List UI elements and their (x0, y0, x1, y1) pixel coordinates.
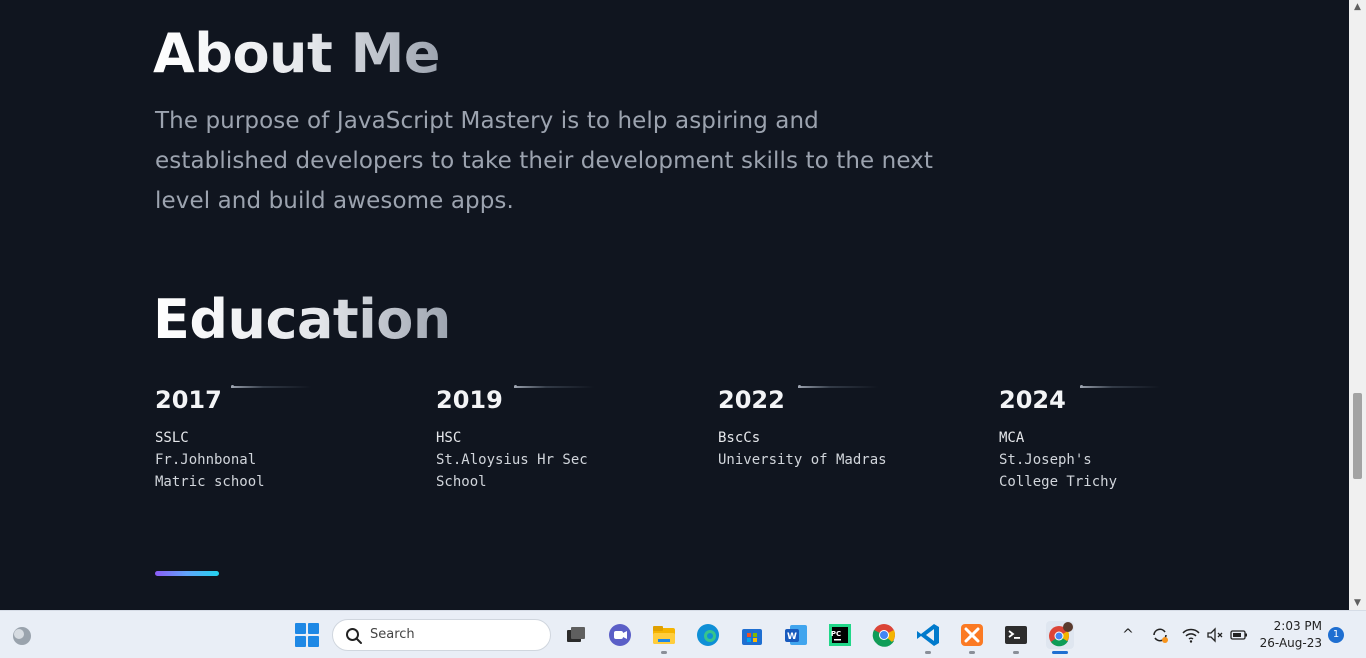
timeline-item: 2024 MCA St.Joseph's College Trichy (999, 383, 1269, 493)
word-icon[interactable]: W (782, 621, 810, 649)
task-view-icon[interactable] (562, 621, 590, 649)
about-text: The purpose of JavaScript Mastery is to … (155, 108, 934, 214)
timeline-school: St.Joseph's College Trichy (999, 452, 1118, 490)
accent-bar (155, 571, 219, 576)
svg-text:W: W (787, 632, 797, 642)
timeline-degree: SSLC (155, 430, 189, 446)
volume-muted-icon[interactable] (1205, 625, 1225, 645)
clock-date[interactable]: 26-Aug-23 (1260, 636, 1322, 650)
start-tile-icon (308, 623, 319, 634)
chrome-icon[interactable] (870, 621, 898, 649)
battery-icon[interactable] (1229, 625, 1249, 645)
file-explorer-icon[interactable] (650, 621, 678, 649)
page-content: About Me The purpose of JavaScript Maste… (0, 0, 1349, 610)
start-tile-icon (295, 623, 306, 634)
education-title: Education (153, 288, 451, 351)
timeline-connector (1080, 386, 1160, 388)
chrome-profile-icon[interactable] (1046, 621, 1074, 649)
pycharm-icon[interactable]: PC (826, 621, 854, 649)
weather-icon[interactable] (10, 623, 34, 647)
timeline-dot (231, 385, 234, 388)
timeline-connector (798, 386, 878, 388)
clock-time[interactable]: 2:03 PM (1274, 619, 1322, 633)
wifi-icon[interactable] (1181, 625, 1201, 645)
timeline-year: 2019 (436, 386, 503, 414)
timeline-connector (231, 386, 311, 388)
timeline-degree: MCA (999, 430, 1025, 446)
about-title: About Me (153, 22, 440, 85)
page-scrollbar[interactable]: ▲ ▼ (1349, 0, 1366, 610)
timeline-dot (1080, 385, 1083, 388)
timeline-dot (514, 385, 517, 388)
teams-chat-icon[interactable] (606, 621, 634, 649)
timeline-item: 2022 BscCs University of Madras (718, 383, 988, 471)
timeline-year: 2017 (155, 386, 222, 414)
timeline-school: St.Aloysius Hr Sec School (436, 452, 588, 490)
show-hidden-icons-chevron-up-icon[interactable]: ^ (1118, 625, 1138, 645)
start-button[interactable] (295, 623, 319, 647)
start-tile-icon (295, 636, 306, 647)
timeline-degree: HSC (436, 430, 462, 446)
scroll-up-arrow-icon[interactable]: ▲ (1349, 0, 1366, 14)
scroll-down-arrow-icon[interactable]: ▼ (1349, 596, 1366, 610)
start-tile-icon (308, 636, 319, 647)
taskbar-search[interactable]: Search (332, 619, 551, 651)
vscode-icon[interactable] (914, 621, 942, 649)
scroll-thumb[interactable] (1353, 393, 1362, 479)
timeline-school: Fr.Johnbonal Matric school (155, 452, 265, 490)
running-indicator (925, 651, 931, 654)
search-icon (346, 628, 362, 644)
education-timeline: 2017 SSLC Fr.Johnbonal Matric school 201… (0, 383, 1349, 503)
taskbar: Search W PC ^ 2:03 PM 26-Aug-23 1 (0, 610, 1366, 658)
terminal-icon[interactable] (1002, 621, 1030, 649)
timeline-year: 2022 (718, 386, 785, 414)
timeline-degree: BscCs (718, 430, 761, 446)
running-indicator (1013, 651, 1019, 654)
notification-badge[interactable]: 1 (1328, 627, 1344, 643)
timeline-item: 2019 HSC St.Aloysius Hr Sec School (436, 383, 706, 493)
svg-text:PC: PC (831, 630, 841, 638)
timeline-dot (798, 385, 801, 388)
running-indicator (661, 651, 667, 654)
timeline-year: 2024 (999, 386, 1066, 414)
sync-icon[interactable] (1150, 625, 1170, 645)
timeline-item: 2017 SSLC Fr.Johnbonal Matric school (155, 383, 425, 493)
timeline-school: University of Madras (718, 452, 887, 468)
microsoft-store-icon[interactable] (738, 621, 766, 649)
xampp-icon[interactable] (958, 621, 986, 649)
running-indicator (969, 651, 975, 654)
active-app-indicator (1052, 651, 1068, 654)
edge-icon[interactable] (694, 621, 722, 649)
search-label: Search (370, 627, 415, 642)
timeline-connector (514, 386, 594, 388)
